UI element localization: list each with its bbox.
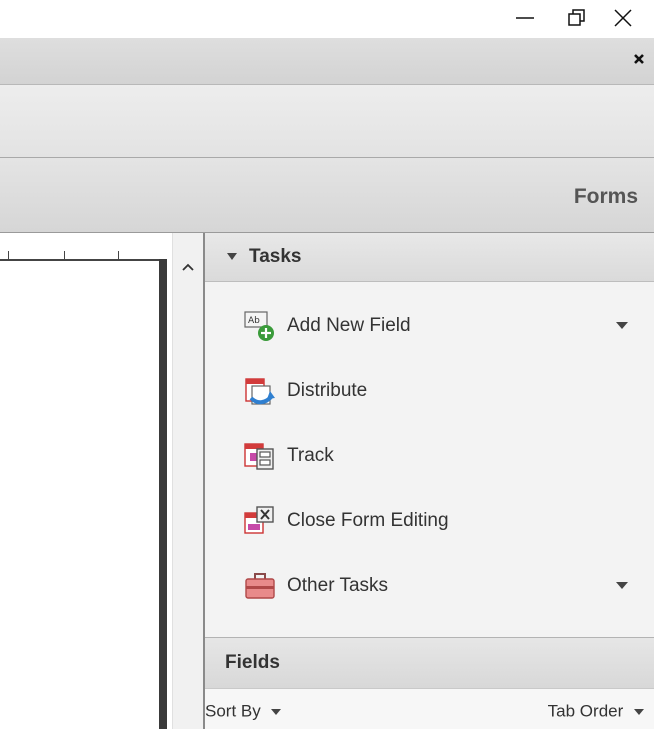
close-form-editing-icon (244, 505, 274, 534)
task-list: Ab Add New Field Distribute Track Close … (205, 293, 654, 618)
toolbar (0, 85, 654, 158)
task-other-tasks[interactable]: Other Tasks (205, 553, 654, 618)
ruler (0, 259, 162, 261)
tasks-panel-header[interactable]: Tasks (205, 233, 654, 282)
message-bar (0, 38, 654, 85)
forms-task-button[interactable]: Forms (574, 185, 638, 209)
close-icon (614, 9, 632, 27)
tasks-panel-title: Tasks (249, 246, 302, 267)
distribute-icon (245, 377, 275, 405)
toolbox-icon (245, 572, 275, 599)
fields-sort-bar: Sort By Tab Order (205, 689, 654, 729)
page-edge (159, 259, 167, 729)
task-label: Other Tasks (287, 574, 389, 596)
ruler-tick (118, 251, 119, 259)
scroll-up-button[interactable] (173, 253, 203, 281)
add-field-icon: Ab (244, 310, 274, 341)
fields-panel-title: Fields (225, 652, 280, 673)
task-label: Track (287, 444, 334, 466)
svg-text:Ab: Ab (248, 316, 260, 326)
restore-icon (568, 9, 585, 26)
vertical-scrollbar[interactable] (172, 233, 203, 729)
tab-order-label: Tab Order (547, 701, 624, 721)
triangle-down-icon (227, 253, 237, 260)
task-label: Add New Field (287, 314, 411, 336)
task-close-form-editing[interactable]: Close Form Editing (205, 488, 654, 553)
minimize-button[interactable] (502, 0, 548, 36)
message-bar-close-button[interactable] (630, 50, 648, 68)
task-distribute[interactable]: Distribute (205, 358, 654, 423)
sort-by-label: Sort By (205, 701, 261, 721)
close-x-icon (634, 54, 644, 64)
task-bar: Forms (0, 158, 654, 233)
minimize-icon (516, 17, 534, 19)
task-add-new-field[interactable]: Ab Add New Field (205, 293, 654, 358)
task-track[interactable]: Track (205, 423, 654, 488)
sort-by-dropdown[interactable]: Sort By (205, 701, 282, 722)
dropdown-caret-icon[interactable] (616, 322, 628, 329)
forms-pane: Tasks Ab Add New Field Distribute Track … (203, 233, 654, 729)
track-icon (244, 442, 274, 470)
task-label: Close Form Editing (287, 509, 449, 531)
chevron-down-icon (271, 708, 282, 715)
ruler-tick (64, 251, 65, 259)
chevron-down-icon (634, 708, 644, 715)
task-label: Distribute (287, 379, 368, 401)
close-window-button[interactable] (600, 0, 646, 36)
chevron-up-icon (182, 263, 194, 271)
fields-panel-header[interactable]: Fields (205, 637, 654, 689)
restore-button[interactable] (554, 0, 600, 36)
dropdown-caret-icon[interactable] (616, 582, 628, 589)
tab-order-dropdown[interactable]: Tab Order (548, 701, 644, 722)
document-view[interactable] (0, 233, 172, 729)
window-caption (0, 0, 654, 38)
ruler-tick (8, 251, 9, 259)
